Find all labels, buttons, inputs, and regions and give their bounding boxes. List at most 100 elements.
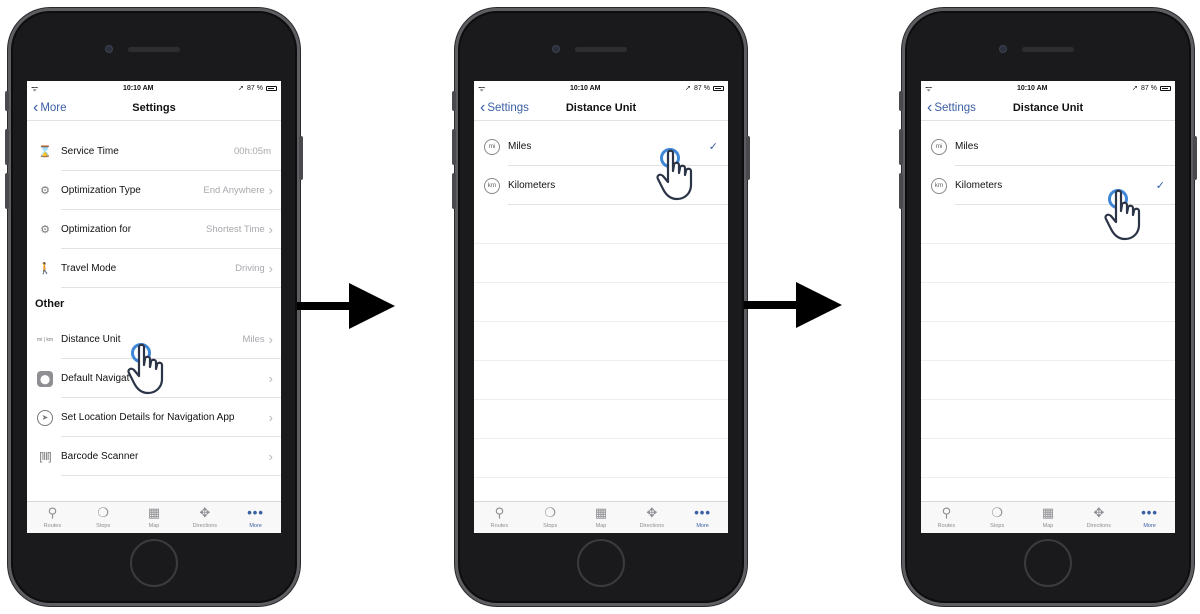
battery-icon [712,85,724,91]
row-optimization-type[interactable]: ⚙ Optimization Type End Anywhere › [27,171,281,210]
tab-label: Map [148,523,160,529]
row-value: Miles [242,334,265,345]
pointing-hand-icon [1104,189,1141,241]
home-button[interactable] [1024,539,1072,587]
tab-label: Map [595,523,607,529]
tab-stops[interactable]: ❍ Stops [78,502,129,533]
tab-more[interactable]: ••• More [1124,502,1175,533]
tab-directions[interactable]: ✥ Directions [1073,502,1124,533]
hourglass-icon: ⌛ [38,146,52,158]
tab-stops[interactable]: ❍ Stops [972,502,1023,533]
location-arrow-icon: ➚ [238,85,245,92]
row-value: Shortest Time [206,224,265,235]
chevron-right-icon: › [268,371,273,386]
tab-label: Stops [96,523,111,529]
row-label: Optimization Type [61,185,141,196]
tab-map[interactable]: ▦ Map [1023,502,1074,533]
map-pin-icon: ⬤ [35,369,55,389]
row-value: Driving [235,263,265,274]
row-label: Service Time [61,146,119,157]
tab-directions[interactable]: ✥ Directions [179,502,230,533]
settings-list: ⌛ Service Time 00h:05m ⚙ Optimization Ty… [27,132,281,476]
battery-percent: 87 % [1141,84,1157,92]
navigation-bar: ‹ Settings Distance Unit [474,95,728,121]
optimization-for-icon: ⚙ [40,224,50,236]
tab-label: More [1143,523,1156,529]
phone-settings: ᯤ 10:10 AM ➚ 87 % ‹ More Settings ⌛ Serv… [5,8,303,606]
empty-row [474,439,728,478]
home-button[interactable] [577,539,625,587]
checkmark-icon: ✓ [1155,180,1165,192]
volume-down-button [5,173,9,209]
back-button[interactable]: ‹ Settings [480,95,529,121]
earpiece-speaker [575,47,627,52]
more-dots-icon: ••• [1141,505,1158,520]
routes-icon: ⚲ [494,505,505,520]
chevron-right-icon: › [268,183,273,198]
phone-distance-unit-miles: ᯤ 10:10 AM ➚ 87 % ‹ Settings Distance Un… [452,8,750,606]
back-button[interactable]: ‹ More [33,95,67,121]
row-value: 00h:05m [234,146,271,157]
tab-stops[interactable]: ❍ Stops [525,502,576,533]
row-optimization-for[interactable]: ⚙ Optimization for Shortest Time › [27,210,281,249]
tab-routes[interactable]: ⚲ Routes [27,502,78,533]
volume-up-button [5,129,9,165]
tab-label: Stops [990,523,1005,529]
front-camera [552,45,560,53]
empty-row [921,244,1175,283]
empty-row [474,322,728,361]
tab-routes[interactable]: ⚲ Routes [921,502,972,533]
distance-unit-screen: ᯤ 10:10 AM ➚ 87 % ‹ Settings Distance Un… [474,81,728,533]
row-label: Travel Mode [61,263,117,274]
row-label: Barcode Scanner [61,451,139,462]
row-barcode-scanner[interactable]: [‖‖] Barcode Scanner › [27,437,281,476]
page-title: Distance Unit [1012,101,1084,114]
row-set-location-details[interactable]: ➤ Set Location Details for Navigation Ap… [27,398,281,437]
row-travel-mode[interactable]: 🚶 Travel Mode Driving › [27,249,281,288]
row-miles[interactable]: mi Miles [921,127,1175,166]
tab-directions[interactable]: ✥ Directions [626,502,677,533]
tab-label: Routes [937,523,956,529]
chevron-left-icon: ‹ [927,99,933,116]
tab-more[interactable]: ••• More [677,502,728,533]
tab-map[interactable]: ▦ Map [129,502,180,533]
kilometers-icon: km [929,176,949,196]
status-time: 10:10 AM [569,84,601,92]
directions-icon: ✥ [646,505,658,520]
directions-icon: ✥ [1093,505,1105,520]
map-icon: ▦ [594,505,608,520]
tab-map[interactable]: ▦ Map [576,502,627,533]
routes-icon: ⚲ [47,505,58,520]
empty-row [921,322,1175,361]
power-button [746,136,750,180]
front-camera [105,45,113,53]
tab-more[interactable]: ••• More [230,502,281,533]
routes-icon: ⚲ [941,505,952,520]
navigation-bar: ‹ Settings Distance Unit [921,95,1175,121]
status-time: 10:10 AM [1016,84,1048,92]
tab-label: Directions [192,523,218,529]
tab-label: Stops [543,523,558,529]
unit-list: mi Miles km Kilometers ✓ [921,127,1175,517]
back-button[interactable]: ‹ Settings [927,95,976,121]
mute-switch [899,91,903,111]
status-bar: ᯤ 10:10 AM ➚ 87 % [474,81,728,95]
optimization-type-icon: ⚙ [40,185,50,197]
back-button-label: Settings [934,102,976,114]
tab-label: Routes [490,523,509,529]
arrow-right-icon [297,283,395,329]
tab-routes[interactable]: ⚲ Routes [474,502,525,533]
tab-bar: ⚲ Routes ❍ Stops ▦ Map ✥ Directions ••• More [474,501,728,533]
empty-row [921,439,1175,478]
location-arrow-icon: ➚ [685,85,692,92]
back-button-label: Settings [487,102,529,114]
battery-percent: 87 % [694,84,710,92]
battery-icon [1159,85,1171,91]
arrow-right-icon [744,282,842,328]
row-service-time[interactable]: ⌛ Service Time 00h:05m [27,132,281,171]
chevron-left-icon: ‹ [33,99,39,116]
page-title: Settings [132,101,176,114]
empty-row [921,283,1175,322]
empty-row [474,205,728,244]
home-button[interactable] [130,539,178,587]
